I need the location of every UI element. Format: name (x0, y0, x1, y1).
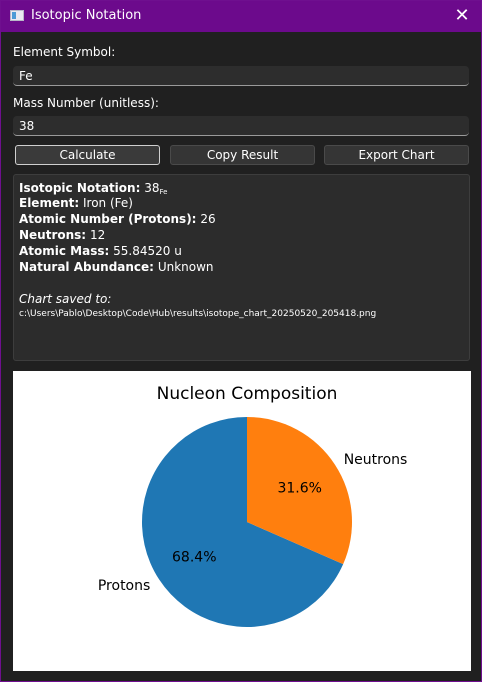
element-row: Element: Iron (Fe) (19, 195, 133, 211)
element-label: Element: (19, 196, 80, 210)
element-value: Iron (Fe) (83, 196, 133, 210)
notation-label: Isotopic Notation: (19, 181, 141, 195)
pie-percent-neutrons: 31.6% (277, 481, 321, 497)
neutrons-label: Neutrons: (19, 228, 87, 242)
atomic-mass-value: 55.84520 u (113, 244, 182, 258)
export-chart-button[interactable]: Export Chart (324, 145, 469, 165)
atomic-number-value: 26 (200, 212, 216, 226)
pie-label-neutrons: Neutrons (344, 452, 408, 468)
neutrons-row: Neutrons: 12 (19, 227, 105, 243)
atomic-number-label: Atomic Number (Protons): (19, 212, 197, 226)
copy-result-button[interactable]: Copy Result (170, 145, 315, 165)
element-symbol-label: Element Symbol: (13, 45, 116, 59)
chart-saved-path: c:\Users\Pablo\Desktop\Code\Hub\results\… (19, 309, 377, 319)
mass-number-label: Mass Number (unitless): (13, 96, 159, 110)
abundance-label: Natural Abundance: (19, 260, 154, 274)
atomic-mass-label: Atomic Mass: (19, 244, 110, 258)
neutrons-value: 12 (89, 228, 106, 242)
window-title: Isotopic Notation (31, 8, 142, 23)
notation-subscript: Fe (159, 188, 168, 196)
pie-percent-protons: 68.4% (172, 549, 216, 565)
mass-number-input[interactable] (13, 116, 469, 136)
close-icon[interactable]: ✕ (447, 2, 477, 30)
chart-title: Nucleon Composition (157, 384, 338, 404)
element-symbol-input[interactable] (13, 66, 469, 86)
pie-chart-svg: Nucleon Composition 68.4% Protons 31.6% Neu… (98, 384, 408, 627)
atomic-number-row: Atomic Number (Protons): 26 (19, 211, 216, 227)
abundance-value: Unknown (157, 260, 214, 274)
chart-saved-label: Chart saved to: (19, 292, 112, 306)
app-icon (10, 10, 24, 21)
pie-label-protons: Protons (98, 578, 150, 594)
nucleon-chart: Nucleon Composition 68.4% Protons 31.6% Neu… (13, 371, 471, 671)
notation-value: 38 (144, 181, 160, 195)
calculate-button[interactable]: Calculate (15, 145, 160, 165)
result-panel: Isotopic Notation: 38Fe Element: Iron (F… (13, 174, 470, 361)
notation-row: Isotopic Notation: 38Fe (19, 180, 167, 196)
app-window: Isotopic Notation ✕ Element Symbol: Mass… (0, 0, 482, 682)
abundance-row: Natural Abundance: Unknown (19, 259, 214, 275)
atomic-mass-row: Atomic Mass: 55.84520 u (19, 243, 182, 259)
title-bar: Isotopic Notation ✕ (1, 1, 481, 32)
